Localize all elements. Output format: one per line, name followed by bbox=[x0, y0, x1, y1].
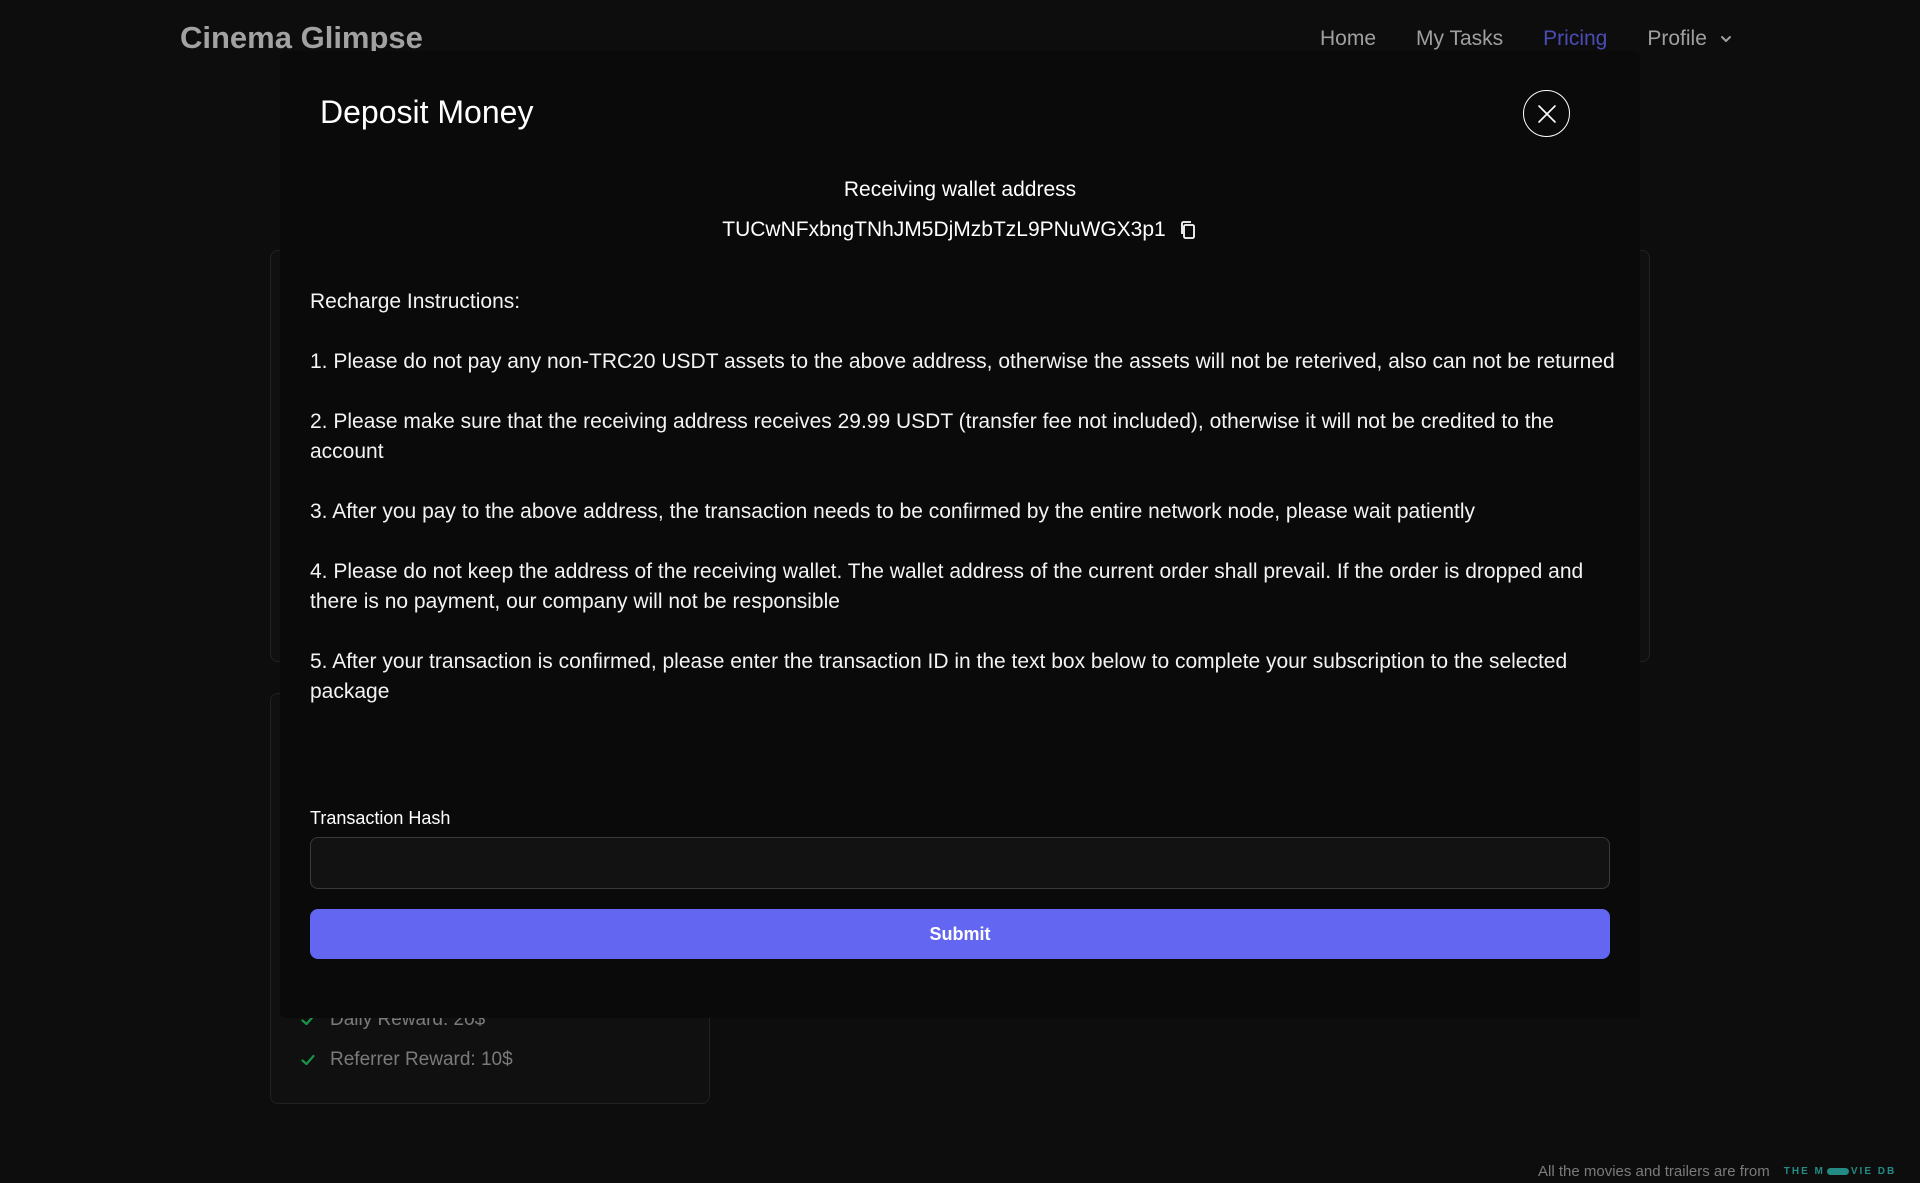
close-button[interactable] bbox=[1523, 90, 1570, 137]
close-icon bbox=[1537, 104, 1556, 123]
submit-button[interactable]: Submit bbox=[310, 909, 1610, 959]
copy-icon[interactable] bbox=[1178, 220, 1198, 240]
instruction-item: 4. Please do not keep the address of the… bbox=[310, 560, 1584, 613]
modal-title: Deposit Money bbox=[320, 94, 534, 130]
transaction-hash-label: Transaction Hash bbox=[310, 808, 451, 828]
instruction-item: 5. After your transaction is confirmed, … bbox=[310, 650, 1568, 703]
wallet-address-row: TUCwNFxbngTNhJM5DjMzbTzL9PNuWGX3p1 bbox=[280, 218, 1640, 242]
instruction-item: 2. Please make sure that the receiving a… bbox=[310, 410, 1554, 463]
transaction-hash-input[interactable] bbox=[310, 837, 1610, 889]
instructions-title: Recharge Instructions: bbox=[310, 290, 521, 313]
deposit-modal: Deposit Money Receiving wallet address T… bbox=[280, 51, 1640, 1018]
wallet-label: Receiving wallet address bbox=[843, 178, 1077, 201]
wallet-address[interactable]: TUCwNFxbngTNhJM5DjMzbTzL9PNuWGX3p1 bbox=[722, 218, 1165, 242]
recharge-instructions: Recharge Instructions: 1. Please do not … bbox=[310, 287, 1620, 737]
instruction-item: 1. Please do not pay any non-TRC20 USDT … bbox=[310, 350, 1615, 373]
instruction-item: 3. After you pay to the above address, t… bbox=[310, 500, 1476, 523]
